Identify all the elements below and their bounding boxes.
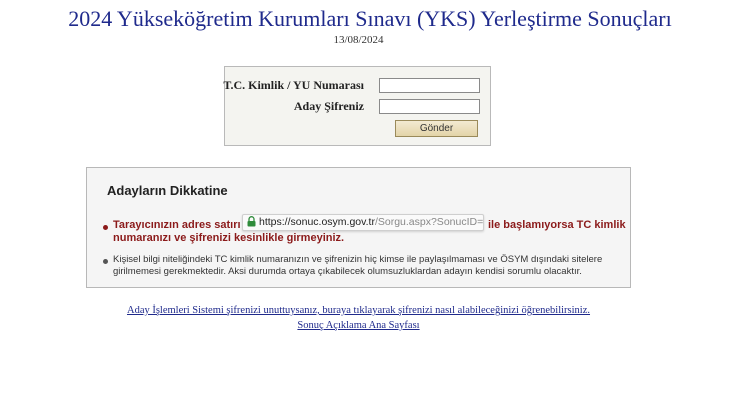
lock-icon [247,216,256,230]
privacy-note: Kişisel bilgi niteliğindeki TC kimlik nu… [113,254,603,277]
url-host: https://sonuc.osym.gov.tr [259,216,375,228]
warning-text-line2: numaranızı ve şifrenizi kesinlikle girme… [113,232,345,244]
results-home-link[interactable]: Sonuç Açıklama Ana Sayfası [0,320,717,331]
id-number-input[interactable] [379,78,480,93]
notice-panel: Adayların Dikkatine Tarayıcınızın adres … [86,167,631,288]
warning-text-end: ile başlamıyorsa TC kimlik [488,219,626,231]
page-title: 2024 Yükseköğretim Kurumları Sınavı (YKS… [68,6,672,31]
warning-text-start: Tarayıcınızın adres satırı [113,219,241,231]
bullet-icon [103,259,108,264]
forgot-password-link[interactable]: Aday İşlemleri Sistemi şifrenizi unuttuy… [0,305,717,316]
submit-button[interactable]: Gönder [395,120,478,137]
url-path: /Sorgu.aspx?SonucID= [374,216,484,228]
announcement-date: 13/08/2024 [333,34,384,46]
notice-title: Adayların Dikkatine [107,183,228,198]
id-number-label: T.C. Kimlik / YU Numarası [223,78,364,92]
password-label: Aday Şifreniz [293,99,364,113]
login-form: T.C. Kimlik / YU Numarası Aday Şifreniz … [223,66,491,146]
bullet-icon [103,225,108,230]
password-input[interactable] [379,99,480,114]
address-bar-image: https://sonuc.osym.gov.tr/Sorgu.aspx?Son… [242,214,484,231]
